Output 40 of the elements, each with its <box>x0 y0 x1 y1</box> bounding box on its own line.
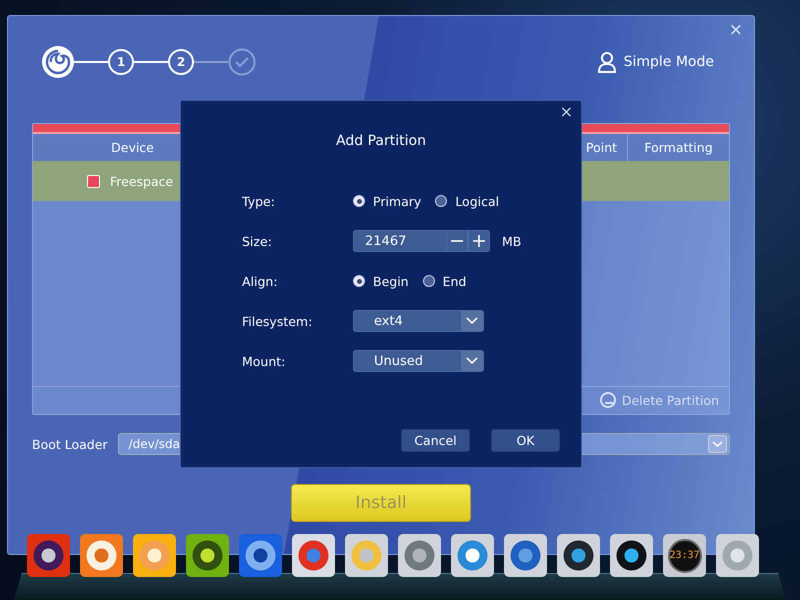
simple-mode-button[interactable]: Simple Mode <box>592 50 720 74</box>
caret-icon <box>466 317 478 325</box>
increase-button[interactable] <box>468 230 490 252</box>
dropdown[interactable]: ext4 <box>353 310 484 332</box>
unit-label: MB <box>502 234 522 248</box>
boot-loader-label: Boot Loader <box>32 436 108 452</box>
app-icon[interactable] <box>610 534 653 577</box>
field-label: Size: <box>242 234 273 248</box>
radio-label[interactable]: Begin <box>373 274 409 288</box>
radio-button[interactable] <box>435 195 448 207</box>
cancel-button[interactable]: Cancel <box>401 429 470 452</box>
device-name: Freespace <box>110 174 174 188</box>
step-indicator: 2 <box>168 49 194 75</box>
radio-button[interactable] <box>353 195 365 207</box>
field-label: Mount: <box>242 354 286 368</box>
step-indicator: 1 <box>108 49 134 75</box>
plus-icon <box>473 235 485 247</box>
decrease-button[interactable] <box>446 230 468 252</box>
ok-button[interactable]: OK <box>491 429 560 452</box>
radio-label[interactable]: Logical <box>455 194 500 208</box>
size-field[interactable]: 21467 <box>353 230 446 252</box>
app-icon[interactable] <box>557 534 600 577</box>
dropdown[interactable]: Unused <box>353 350 484 372</box>
close-button[interactable]: × <box>726 20 746 40</box>
remove-icon <box>598 391 618 410</box>
radio-label[interactable]: End <box>442 274 466 288</box>
caret-icon <box>466 357 478 365</box>
app-icon[interactable] <box>27 534 70 577</box>
caret-icon <box>708 435 727 453</box>
dialog-title: Add Partition <box>335 133 427 149</box>
app-icon[interactable] <box>186 534 229 577</box>
person-icon <box>598 52 616 72</box>
field-label: Type: <box>242 194 276 208</box>
close-button[interactable]: × <box>556 102 576 121</box>
radio-label[interactable]: Primary <box>373 194 422 208</box>
field-label: Filesystem: <box>242 314 314 328</box>
radio-button[interactable] <box>422 275 435 287</box>
column-header: Formatting <box>643 139 714 157</box>
radio-button[interactable] <box>353 275 365 287</box>
field-label: Align: <box>242 274 279 288</box>
